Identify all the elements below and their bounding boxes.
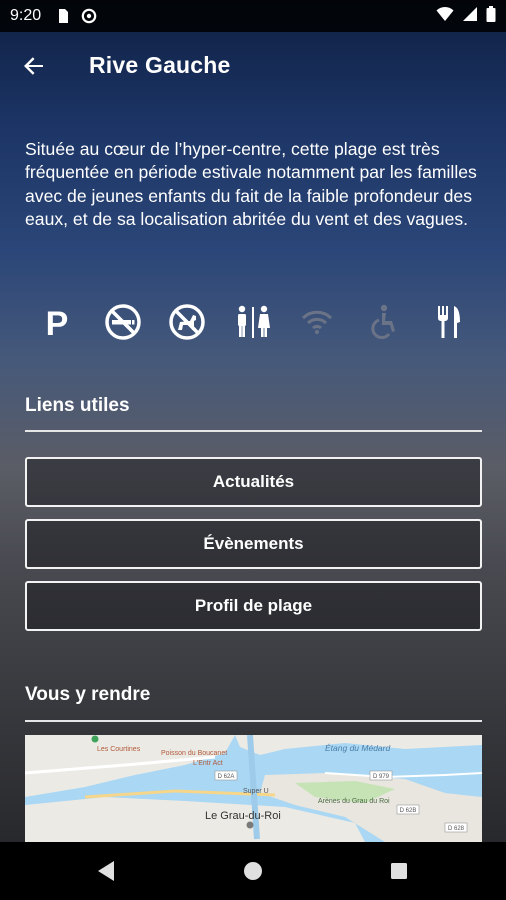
page-title: Rive Gauche [89, 52, 231, 78]
wifi-icon [436, 6, 454, 27]
beach-profile-button[interactable]: Profil de plage [25, 581, 482, 631]
app-bar: Rive Gauche [0, 32, 506, 98]
map-town-label: Le Grau-du-Roi [205, 810, 281, 822]
back-triangle-icon[interactable] [94, 858, 120, 884]
accessibility-icon [361, 300, 405, 344]
status-bar: 9:20 [0, 0, 506, 32]
directions-section-title: Vous y rendre [25, 684, 151, 705]
data-saver-icon [81, 8, 97, 24]
no-smoking-icon [101, 300, 145, 344]
map-poi-label: Poisson du Boucanet [161, 750, 227, 757]
location-map[interactable]: D 62A D 979 D 62B D 628 Étang du Médard … [25, 735, 482, 842]
links-section-title: Liens utiles [25, 395, 130, 416]
map-pond-label: Étang du Médard [325, 743, 390, 753]
system-nav-bar [0, 842, 506, 900]
svg-text:P: P [46, 305, 69, 340]
map-road-label: D 62A [218, 774, 235, 780]
directions-divider [25, 720, 482, 722]
no-dogs-icon [165, 300, 209, 344]
map-road-label: D 628 [448, 826, 465, 832]
links-divider [25, 430, 482, 432]
map-poi-label: Les Courtines [97, 746, 141, 753]
amenities-row: P [25, 300, 481, 344]
events-button[interactable]: Évènements [25, 519, 482, 569]
restaurant-icon [427, 300, 471, 344]
battery-icon [486, 5, 496, 27]
beach-description: Située au cœur de l’hyper-centre, cette … [25, 139, 477, 229]
sd-card-icon [55, 8, 71, 24]
map-poi-label: L'Entr Act [193, 760, 223, 767]
arrow-left-icon[interactable] [20, 52, 48, 80]
toilets-icon [231, 300, 275, 344]
home-circle-icon[interactable] [240, 858, 266, 884]
map-poi-label: Super U [243, 788, 269, 795]
recents-square-icon[interactable] [386, 858, 412, 884]
map-arenes-label: Arènes du Grau du Roi [318, 798, 390, 805]
wifi-icon [295, 300, 339, 344]
map-road-label: D 979 [373, 774, 390, 780]
status-time: 9:20 [10, 7, 42, 24]
news-button[interactable]: Actualités [25, 457, 482, 507]
map-road-label: D 62B [400, 808, 417, 814]
cellular-signal-icon [462, 6, 478, 27]
parking-icon: P [35, 300, 79, 344]
